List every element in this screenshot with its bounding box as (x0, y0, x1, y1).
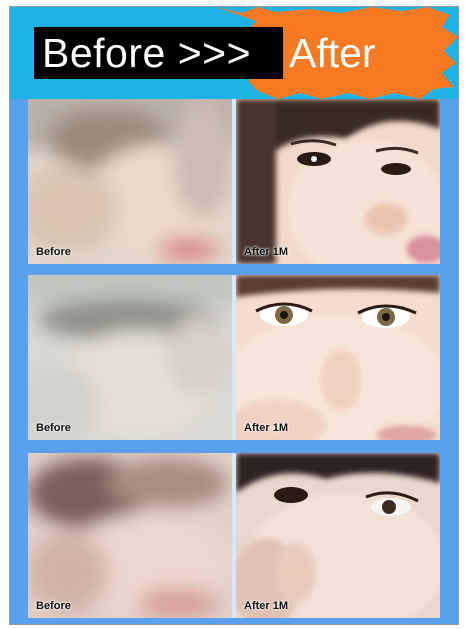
comparison-row: Before After 1M (28, 99, 440, 264)
after-photo: After 1M (236, 453, 440, 618)
before-label: Before (36, 600, 71, 612)
before-photo: Before (28, 99, 232, 264)
comparison-row: Before After 1M (28, 453, 440, 618)
before-after-card: Before >>> After Before After 1M Before … (9, 6, 459, 625)
after-label: After 1M (244, 600, 289, 612)
before-label: Before (36, 422, 71, 434)
before-label: Before (36, 246, 71, 258)
after-photo: After 1M (236, 99, 440, 264)
after-label: After 1M (244, 246, 289, 258)
header-banner: Before >>> After (10, 7, 458, 99)
before-heading: Before >>> (34, 27, 283, 79)
after-photo: After 1M (236, 275, 440, 440)
before-photo: Before (28, 453, 232, 618)
before-photo: Before (28, 275, 232, 440)
comparison-row: Before After 1M (28, 275, 440, 440)
after-heading: After (289, 30, 376, 76)
after-label: After 1M (244, 422, 289, 434)
